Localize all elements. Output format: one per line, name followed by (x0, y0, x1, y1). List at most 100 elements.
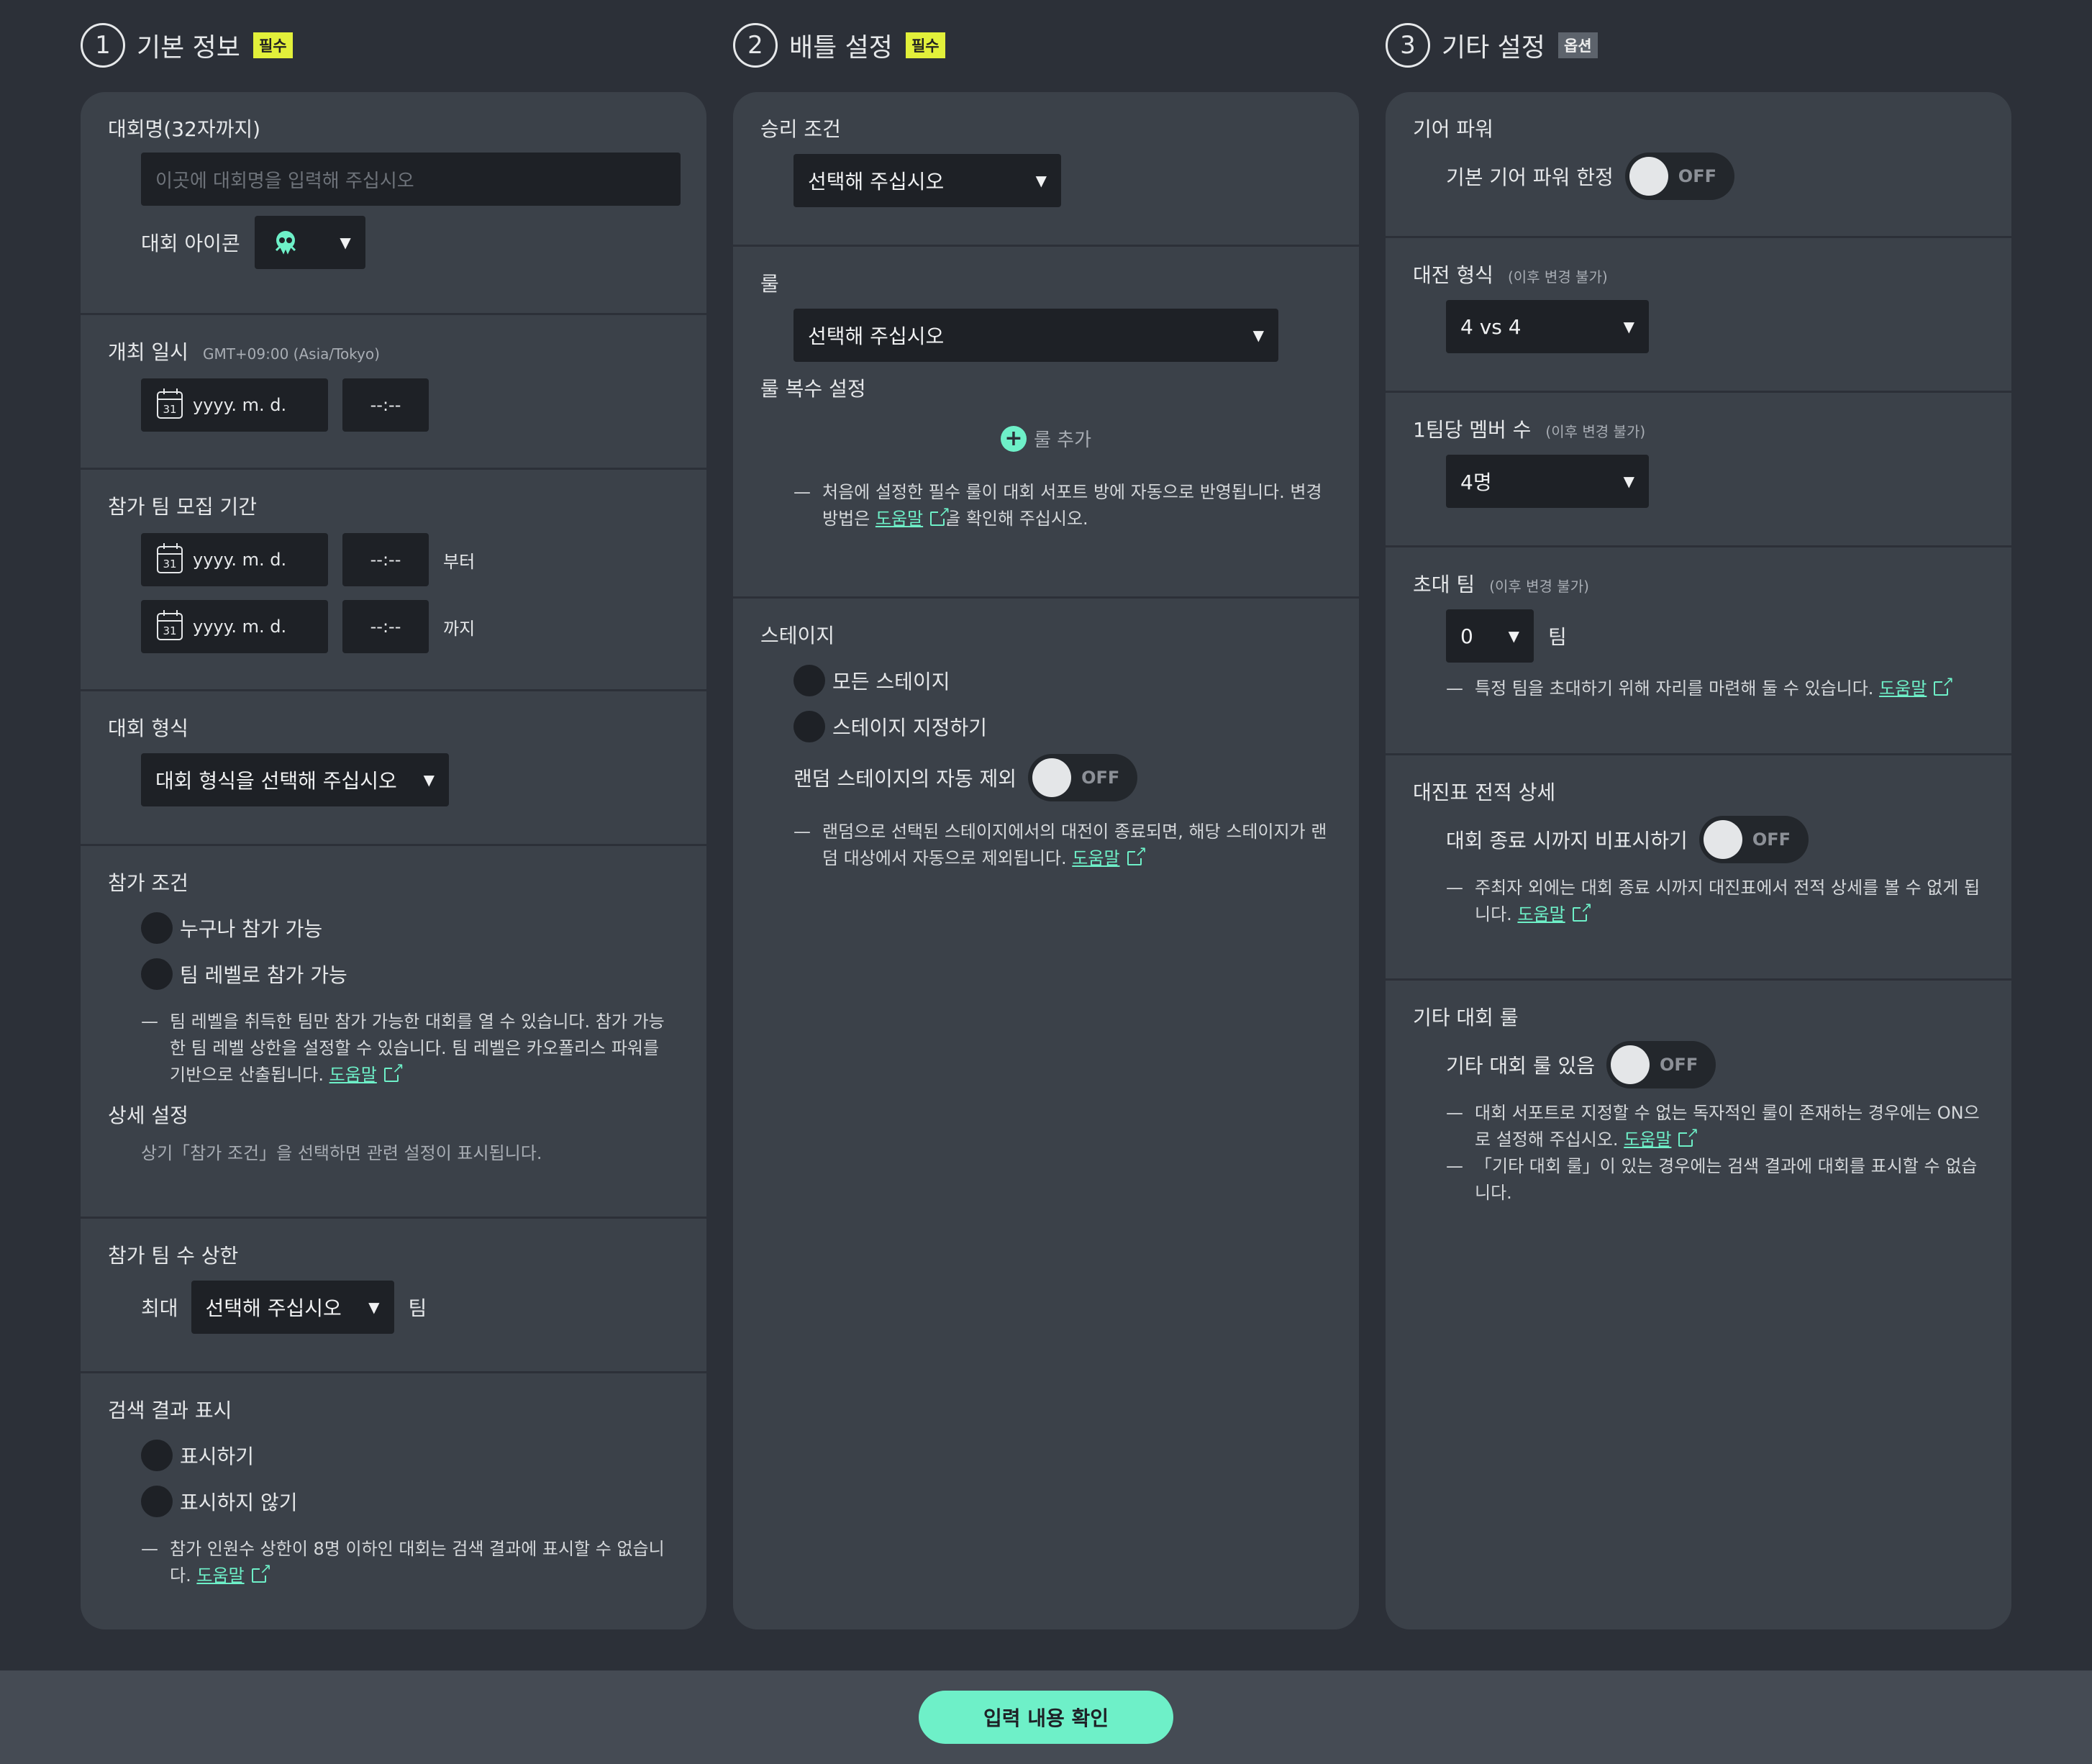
chevron-down-icon: ▼ (1035, 172, 1047, 189)
section-header-basic: 1 기본 정보 필수 (81, 0, 706, 91)
win-condition-group: 승리 조건 선택해 주십시오 ▼ (733, 92, 1359, 247)
radio-dot (141, 1486, 173, 1517)
plus-icon: + (1000, 425, 1027, 452)
help-link[interactable]: 도움말 (876, 509, 923, 529)
help-link[interactable]: 도움말 (329, 1065, 377, 1085)
bracket-hide-toggle[interactable]: OFF (1698, 816, 1809, 863)
field-label: 기어 파워 (1413, 117, 1493, 141)
toggle-knob (1629, 157, 1668, 196)
match-format-group: 대전 형식 (이후 변경 불가) 4 vs 4 ▼ (1386, 238, 2011, 393)
recruit-period-group: 참가 팀 모집 기간 31 yyyy. m. d. --:-- 부터 31 yyyy… (81, 470, 706, 691)
radio-dot (141, 958, 173, 990)
calendar-icon: 31 (157, 610, 183, 640)
field-label: 검색 결과 표시 (108, 1399, 232, 1422)
team-max-group: 참가 팀 수 상한 최대 선택해 주십시오 ▼ 팀 (81, 1219, 706, 1373)
event-time-input[interactable]: --:-- (342, 378, 429, 432)
radio-dot (793, 711, 825, 742)
gear-power-group: 기어 파워 기본 기어 파워 한정 OFF (1386, 92, 2011, 238)
entry-condition-group: 참가 조건 누구나 참가 가능 팀 레벨로 참가 가능 — 팀 레벨을 취득한 … (81, 846, 706, 1219)
radio-hide[interactable]: 표시하지 않기 (141, 1478, 679, 1524)
field-label: 룰 복수 설정 (760, 377, 866, 401)
toggle-knob (1703, 820, 1742, 859)
other-rule-toggle[interactable]: OFF (1606, 1041, 1716, 1088)
help-link[interactable]: 도움말 (196, 1565, 244, 1586)
required-badge: 필수 (253, 32, 293, 58)
field-label: 룰 (760, 272, 779, 296)
timezone-label: GMT+09:00 (Asia/Tokyo) (202, 345, 380, 363)
other-rule-group: 기타 대회 룰 기타 대회 룰 있음 OFF — 대회 서포트로 지정할 수 없… (1386, 981, 2011, 1268)
random-exclusion-toggle[interactable]: OFF (1028, 754, 1138, 801)
rule-note: — 처음에 설정한 필수 룰이 대회 서포트 방에 자동으로 반영됩니다. 변경… (793, 479, 1333, 532)
step-number: 3 (1386, 23, 1430, 68)
section-title: 배틀 설정 (789, 33, 893, 63)
radio-all-stages[interactable]: 모든 스테이지 (793, 658, 1332, 704)
entry-note: — 팀 레벨을 취득한 팀만 참가 가능한 대회를 열 수 있습니다. 참가 가… (141, 1009, 670, 1088)
radio-specify-stages[interactable]: 스테이지 지정하기 (793, 704, 1332, 750)
locked-hint: (이후 변경 불가) (1507, 268, 1608, 286)
chevron-down-icon: ▼ (1508, 627, 1519, 645)
radio-dot (141, 912, 173, 944)
other-settings-column: 3 기타 설정 옵션 기어 파워 기본 기어 파워 한정 OFF 대전 형식 (이… (1386, 0, 2011, 1629)
win-condition-select[interactable]: 선택해 주십시오 ▼ (793, 154, 1061, 207)
external-link-icon (1572, 900, 1593, 922)
from-label: 부터 (443, 551, 476, 572)
other-rule-note-2: — 「기타 대회 룰」이 있는 경우에는 검색 결과에 대회를 표시할 수 없습… (1446, 1156, 1978, 1203)
invite-team-select[interactable]: 0 ▼ (1446, 609, 1534, 663)
radio-anyone[interactable]: 누구나 참가 가능 (141, 905, 679, 951)
chevron-down-icon: ▼ (1623, 318, 1634, 335)
locked-hint: (이후 변경 불가) (1489, 578, 1589, 595)
calendar-icon: 31 (157, 543, 183, 573)
confirm-input-button[interactable]: 입력 내용 확인 (919, 1691, 1173, 1744)
basic-info-card: 대회명(32자까지) 이곳에 대회명을 입력해 주십시오 대회 아이콘 ▼ 개최… (81, 92, 706, 1629)
event-date-input[interactable]: 31 yyyy. m. d. (141, 378, 328, 432)
locked-hint: (이후 변경 불가) (1545, 423, 1646, 440)
chevron-down-icon: ▼ (340, 234, 351, 251)
recruit-start-date-input[interactable]: 31 yyyy. m. d. (141, 533, 328, 586)
field-label: 참가 팀 수 상한 (108, 1244, 239, 1268)
step-number: 2 (733, 23, 778, 68)
stage-group: 스테이지 모든 스테이지 스테이지 지정하기 랜덤 스테이지의 자동 제외 OF… (733, 599, 1359, 908)
bracket-note: — 주최자 외에는 대회 종료 시까지 대진표에서 전적 상세를 볼 수 없게 … (1446, 875, 1986, 928)
field-label: 대회 아이콘 (141, 232, 240, 255)
field-label: 참가 팀 모집 기간 (108, 495, 258, 519)
help-link[interactable]: 도움말 (1624, 1129, 1671, 1150)
rule-group: 룰 선택해 주십시오 ▼ 룰 복수 설정 + 룰 추가 — 처음에 설정한 필수 룰… (733, 247, 1359, 599)
field-label: 대전 형식 (1413, 263, 1493, 287)
field-label: 참가 조건 (108, 871, 188, 895)
tournament-format-group: 대회 형식 대회 형식을 선택해 주십시오 ▼ (81, 691, 706, 846)
team-max-select[interactable]: 선택해 주십시오 ▼ (191, 1281, 394, 1334)
section-header-battle: 2 배틀 설정 필수 (733, 0, 1359, 91)
tournament-format-select[interactable]: 대회 형식을 선택해 주십시오 ▼ (141, 753, 449, 806)
field-label: 1팀당 멤버 수 (1413, 418, 1532, 442)
footer-bar: 입력 내용 확인 (0, 1670, 2092, 1764)
field-label: 대회 종료 시까지 비표시하기 (1446, 829, 1688, 853)
tournament-name-input[interactable]: 이곳에 대회명을 입력해 주십시오 (141, 153, 681, 206)
tournament-icon-select[interactable]: ▼ (254, 216, 365, 269)
radio-dot (793, 665, 825, 696)
external-link-icon (930, 504, 951, 526)
recruit-end-date-input[interactable]: 31 yyyy. m. d. (141, 600, 328, 653)
event-datetime-group: 개최 일시 GMT+09:00 (Asia/Tokyo) 31 yyyy. m. d… (81, 315, 706, 470)
members-per-team-group: 1팀당 멤버 수 (이후 변경 불가) 4명 ▼ (1386, 393, 2011, 547)
chevron-down-icon: ▼ (423, 771, 435, 788)
add-rule-button[interactable]: + 룰 추가 (760, 425, 1332, 452)
stage-note: — 랜덤으로 선택된 스테이지에서의 대전이 종료되면, 해당 스테이지가 랜덤… (793, 819, 1333, 872)
field-label: 상세 설정 (108, 1104, 188, 1127)
recruit-start-time-input[interactable]: --:-- (342, 533, 429, 586)
rule-select[interactable]: 선택해 주십시오 ▼ (793, 309, 1278, 362)
input-placeholder: 이곳에 대회명을 입력해 주십시오 (155, 170, 414, 192)
field-label: 대회명(32자까지) (108, 117, 261, 141)
field-label: 랜덤 스테이지의 자동 제외 (793, 767, 1017, 791)
team-suffix: 팀 (408, 1296, 427, 1320)
step-number: 1 (81, 23, 125, 68)
members-select[interactable]: 4명 ▼ (1446, 455, 1649, 508)
help-link[interactable]: 도움말 (1072, 848, 1119, 868)
radio-show[interactable]: 표시하기 (141, 1432, 679, 1478)
gear-power-toggle[interactable]: OFF (1624, 153, 1734, 200)
match-format-select[interactable]: 4 vs 4 ▼ (1446, 300, 1649, 353)
basic-info-column: 1 기본 정보 필수 대회명(32자까지) 이곳에 대회명을 입력해 주십시오 … (81, 0, 706, 1629)
help-link[interactable]: 도움말 (1517, 904, 1565, 924)
radio-team-level[interactable]: 팀 레벨로 참가 가능 (141, 951, 679, 997)
help-link[interactable]: 도움말 (1879, 678, 1927, 699)
recruit-end-time-input[interactable]: --:-- (342, 600, 429, 653)
